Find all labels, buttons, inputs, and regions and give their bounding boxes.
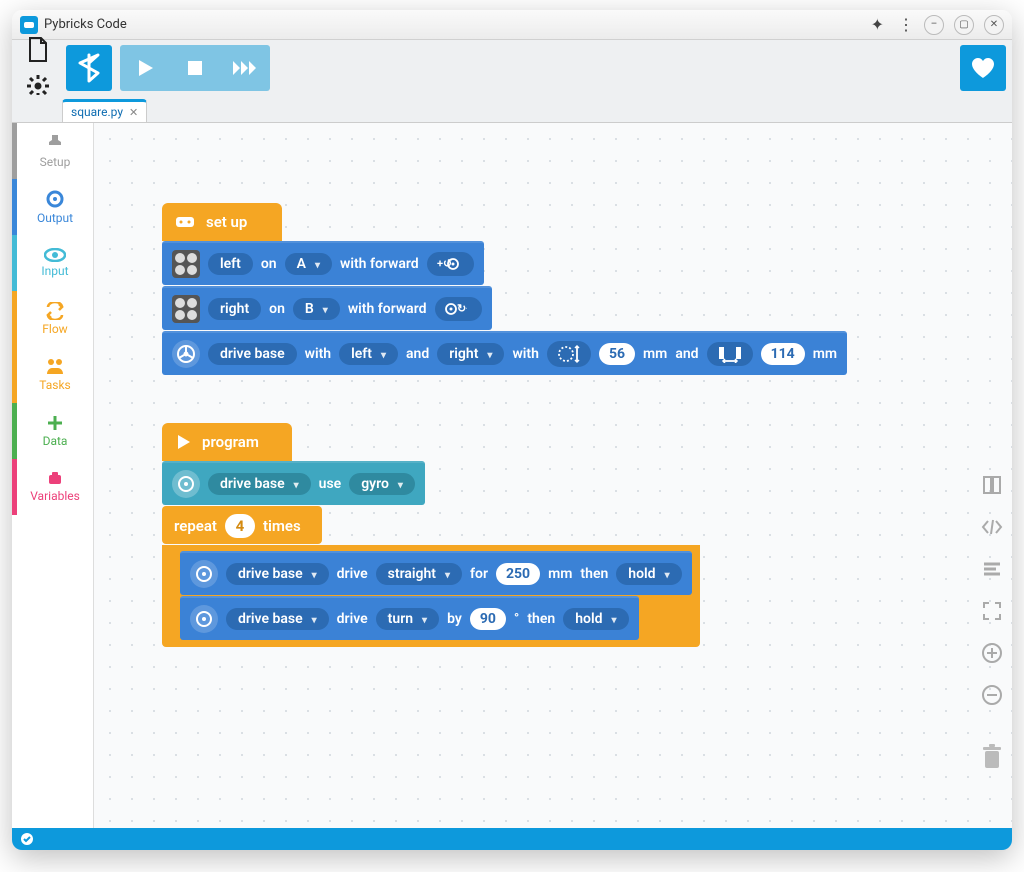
repeat-count-input[interactable]: 4 (225, 514, 255, 538)
gyro-mode-dropdown[interactable]: gyro (349, 473, 415, 495)
wheel-diameter-input[interactable]: 56 (599, 343, 635, 365)
motor-icon (172, 250, 200, 278)
step-button[interactable] (220, 45, 270, 91)
category-label: Variables (30, 489, 80, 503)
use-gyro-block[interactable]: drive base use gyro (162, 461, 425, 505)
setup-hat-label: set up (206, 213, 247, 231)
category-label: Setup (40, 155, 71, 169)
tab-label: square.py (71, 105, 123, 119)
category-label: Data (43, 434, 68, 448)
stop-button[interactable] (170, 45, 220, 91)
left-motor-dropdown[interactable]: left (339, 343, 398, 365)
block-canvas[interactable]: set up left on A with forward +↺ (94, 123, 1012, 828)
setup-hat-block[interactable]: set up (162, 203, 282, 241)
tab-square-py[interactable]: square.py ✕ (62, 99, 147, 122)
main-toolbar (12, 40, 1012, 95)
hub-icon (174, 214, 196, 230)
drivebase-name-pill[interactable]: drive base (208, 343, 297, 365)
zoom-in-icon[interactable] (980, 641, 1004, 665)
category-tasks[interactable]: Tasks (12, 347, 93, 403)
steering-wheel-icon (190, 560, 218, 588)
close-button[interactable]: ✕ (984, 15, 1004, 35)
axle-track-input[interactable]: 114 (761, 343, 805, 365)
category-label: Tasks (39, 378, 71, 392)
steering-wheel-icon (172, 340, 200, 368)
repeat-block[interactable]: repeat 4 times (162, 506, 322, 544)
wheel-diameter-icon (547, 341, 591, 367)
drivebase-target-dropdown[interactable]: drive base (226, 608, 329, 630)
left-toolbar-column (18, 37, 58, 99)
category-flow[interactable]: Flow (12, 291, 93, 347)
program-hat-block[interactable]: program (162, 423, 292, 461)
window-title: Pybricks Code (44, 17, 127, 32)
category-variables[interactable]: Variables (12, 459, 93, 515)
motor-left-block[interactable]: left on A with forward +↺ (162, 241, 484, 285)
zoom-out-icon[interactable] (980, 683, 1004, 707)
extensions-icon[interactable]: ✦ (871, 15, 884, 34)
axle-track-icon (707, 342, 753, 366)
app-icon (20, 16, 38, 34)
repeat-body: drive base drive straight for 250 mm the… (162, 545, 700, 647)
titlebar: Pybricks Code ✦ ⋮ – ▢ ✕ (12, 10, 1012, 40)
svg-text:↻+: ↻+ (457, 302, 467, 315)
category-label: Input (41, 264, 68, 278)
motor-icon (172, 295, 200, 323)
support-button[interactable] (960, 45, 1006, 91)
direction-dropdown-ccw[interactable]: +↺ (427, 252, 474, 276)
list-icon[interactable] (980, 557, 1004, 581)
program-body: drive base use gyro repeat 4 times (162, 461, 700, 668)
category-label: Flow (42, 322, 67, 336)
minimize-button[interactable]: – (924, 15, 944, 35)
app-window: Pybricks Code ✦ ⋮ – ▢ ✕ (12, 10, 1012, 850)
canvas-tools-rail (980, 473, 1004, 769)
drive-turn-block[interactable]: drive base drive turn by 90 ° then hold (180, 596, 639, 640)
drivebase-target-dropdown[interactable]: drive base (208, 473, 311, 495)
steering-wheel-icon (190, 605, 218, 633)
run-control-group (120, 45, 270, 91)
code-icon[interactable] (980, 515, 1004, 539)
category-input[interactable]: Input (12, 235, 93, 291)
drive-straight-block[interactable]: drive base drive straight for 250 mm the… (180, 551, 692, 595)
file-icon[interactable] (25, 37, 51, 63)
motor-name-pill[interactable]: right (208, 298, 261, 320)
tab-bar: square.py ✕ (12, 95, 1012, 123)
category-sidebar: Setup Output Input Flow Tasks Data (12, 123, 94, 828)
bluetooth-button[interactable] (66, 45, 112, 91)
motor-right-block[interactable]: right on B with forward ↻+ (162, 286, 492, 330)
close-tab-icon[interactable]: ✕ (129, 106, 138, 119)
drivebase-target-dropdown[interactable]: drive base (226, 563, 329, 585)
category-label: Output (37, 211, 73, 225)
play-icon (174, 433, 192, 451)
port-dropdown[interactable]: A (285, 253, 332, 275)
distance-input[interactable]: 250 (496, 563, 540, 585)
motor-name-pill[interactable]: left (208, 253, 253, 275)
status-ok-icon (20, 832, 34, 846)
right-motor-dropdown[interactable]: right (437, 343, 504, 365)
maximize-button[interactable]: ▢ (954, 15, 974, 35)
angle-input[interactable]: 90 (470, 608, 506, 630)
trash-icon[interactable] (980, 745, 1004, 769)
status-bar (12, 828, 1012, 850)
drive-mode-dropdown[interactable]: straight (376, 563, 462, 585)
run-button[interactable] (120, 45, 170, 91)
drivebase-setup-block[interactable]: drive base with left and right with 56 m… (162, 331, 847, 375)
port-dropdown[interactable]: B (293, 298, 340, 320)
drive-mode-dropdown[interactable]: turn (376, 608, 439, 630)
category-output[interactable]: Output (12, 179, 93, 235)
docs-icon[interactable] (980, 473, 1004, 497)
program-stack[interactable]: program drive base use gyro repeat 4 (162, 423, 700, 669)
workspace: Setup Output Input Flow Tasks Data (12, 123, 1012, 828)
steering-wheel-icon (172, 470, 200, 498)
direction-dropdown-cw[interactable]: ↻+ (435, 297, 482, 321)
setup-body: left on A with forward +↺ right on B (162, 241, 847, 375)
fullscreen-icon[interactable] (980, 599, 1004, 623)
category-setup[interactable]: Setup (12, 123, 93, 179)
category-data[interactable]: Data (12, 403, 93, 459)
title-controls: ✦ ⋮ – ▢ ✕ (871, 15, 1004, 35)
program-hat-label: program (202, 433, 259, 451)
menu-dots-icon[interactable]: ⋮ (898, 15, 914, 34)
stop-mode-dropdown[interactable]: hold (616, 563, 681, 585)
setup-stack[interactable]: set up left on A with forward +↺ (162, 203, 847, 376)
stop-mode-dropdown[interactable]: hold (563, 608, 628, 630)
